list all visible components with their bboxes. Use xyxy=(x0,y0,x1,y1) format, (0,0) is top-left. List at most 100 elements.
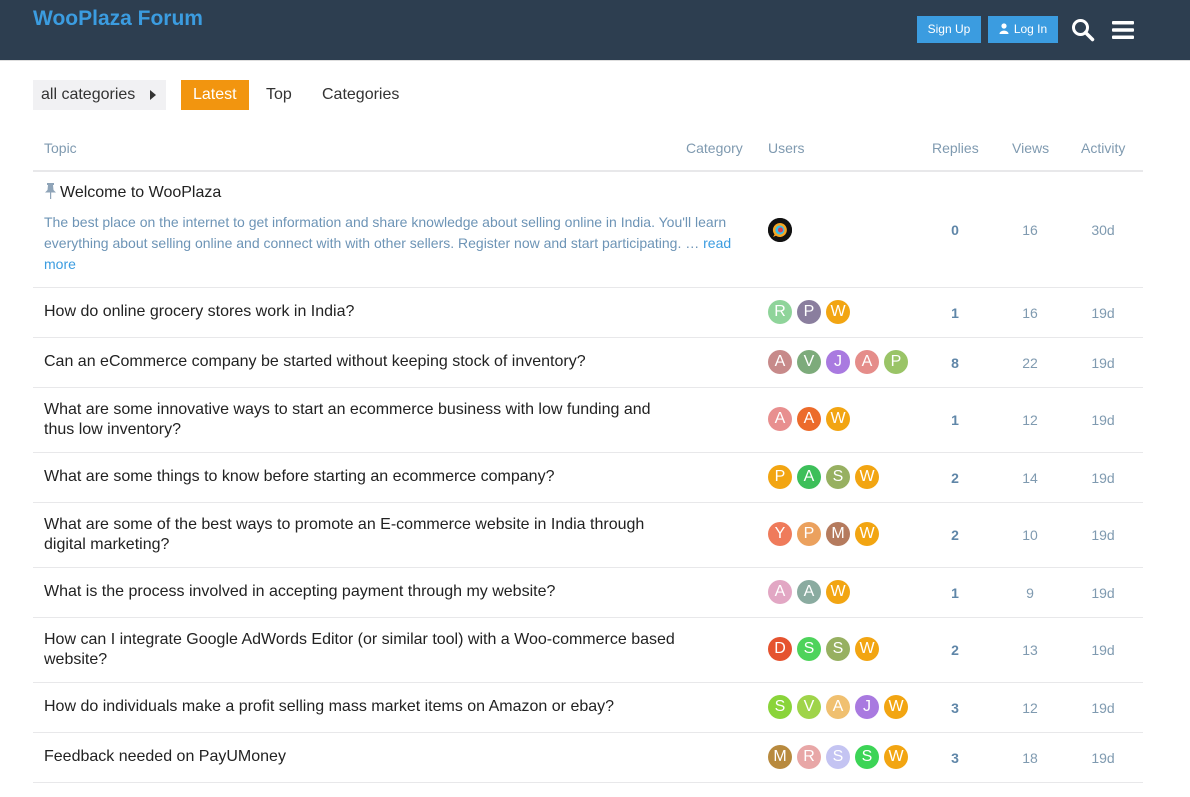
topic-title[interactable]: What are some innovative ways to start a… xyxy=(44,400,684,440)
pinned-topic-title-text: Welcome to WooPlaza xyxy=(60,184,222,201)
topic-title[interactable]: How can I integrate Google AdWords Edito… xyxy=(44,630,684,670)
table-row: What are some innovative ways to start a… xyxy=(33,388,1143,453)
avatar[interactable]: D xyxy=(768,637,792,661)
tab-top[interactable]: Top xyxy=(254,80,304,110)
sign-up-button[interactable]: Sign Up xyxy=(917,16,981,43)
avatar[interactable]: M xyxy=(768,745,792,769)
table-row: How do online grocery stores work in Ind… xyxy=(33,288,1143,338)
avatar[interactable]: J xyxy=(826,350,850,374)
site-header: WooPlaza Forum Sign Up Log In xyxy=(0,0,1190,61)
col-header-category[interactable]: Category xyxy=(686,140,743,156)
topic-activity[interactable]: 19d xyxy=(1073,585,1133,601)
avatar[interactable]: A xyxy=(797,407,821,431)
tab-latest[interactable]: Latest xyxy=(181,80,249,110)
col-header-replies[interactable]: Replies xyxy=(932,140,979,156)
topic-replies: 1 xyxy=(951,412,959,428)
topic-title[interactable]: What are some things to know before star… xyxy=(44,467,684,487)
hamburger-menu-icon[interactable] xyxy=(1111,18,1135,42)
avatar[interactable]: S xyxy=(826,745,850,769)
avatar[interactable]: A xyxy=(768,580,792,604)
topic-replies: 8 xyxy=(951,355,959,371)
avatar[interactable]: W xyxy=(884,695,908,719)
avatar[interactable]: A xyxy=(855,350,879,374)
topic-views: 18 xyxy=(1022,750,1038,766)
topic-views: 16 xyxy=(1022,305,1038,321)
table-row: What are some of the best ways to promot… xyxy=(33,503,1143,568)
avatar[interactable]: S xyxy=(797,637,821,661)
topic-activity[interactable]: 19d xyxy=(1073,305,1133,321)
pinned-topic-title[interactable]: Welcome to WooPlaza xyxy=(44,183,684,203)
topic-activity[interactable]: 19d xyxy=(1073,700,1133,716)
table-row: How do individuals make a profit selling… xyxy=(33,683,1143,733)
navigation-bar: all categories Latest Top Categories xyxy=(33,80,533,110)
avatar[interactable]: S xyxy=(826,465,850,489)
topic-activity[interactable]: 19d xyxy=(1073,750,1133,766)
avatar[interactable]: P xyxy=(768,465,792,489)
avatar[interactable]: A xyxy=(768,350,792,374)
pinned-replies: 0 xyxy=(951,222,959,238)
avatar[interactable]: P xyxy=(884,350,908,374)
avatar[interactable]: W xyxy=(826,407,850,431)
topic-activity[interactable]: 19d xyxy=(1073,470,1133,486)
category-dropdown[interactable]: all categories xyxy=(33,80,166,110)
avatar[interactable]: S xyxy=(855,745,879,769)
pinned-activity[interactable]: 30d xyxy=(1073,222,1133,238)
avatar[interactable]: A xyxy=(826,695,850,719)
site-logo[interactable]: WooPlaza Forum xyxy=(33,7,203,31)
topic-title[interactable]: What are some of the best ways to promot… xyxy=(44,515,684,555)
topic-title[interactable]: How do individuals make a profit selling… xyxy=(44,697,684,717)
avatar[interactable]: W xyxy=(826,300,850,324)
caret-right-icon xyxy=(150,90,156,100)
avatar[interactable]: A xyxy=(797,580,821,604)
avatar[interactable]: R xyxy=(797,745,821,769)
avatar[interactable]: W xyxy=(884,745,908,769)
col-header-activity[interactable]: Activity xyxy=(1081,140,1125,156)
log-in-button[interactable]: Log In xyxy=(988,16,1058,43)
avatar[interactable]: W xyxy=(855,637,879,661)
avatar[interactable] xyxy=(768,218,792,242)
topic-replies: 2 xyxy=(951,642,959,658)
avatar[interactable]: V xyxy=(797,350,821,374)
topic-title[interactable]: Can an eCommerce company be started with… xyxy=(44,352,684,372)
avatar[interactable]: W xyxy=(855,465,879,489)
avatar[interactable]: W xyxy=(826,580,850,604)
table-row: How can I integrate Google AdWords Edito… xyxy=(33,618,1143,683)
avatar[interactable]: W xyxy=(855,522,879,546)
topic-replies: 1 xyxy=(951,585,959,601)
topic-activity[interactable]: 19d xyxy=(1073,642,1133,658)
avatar[interactable]: M xyxy=(826,522,850,546)
topic-views: 22 xyxy=(1022,355,1038,371)
topic-replies: 1 xyxy=(951,305,959,321)
topic-views: 12 xyxy=(1022,412,1038,428)
table-row: Feedback needed on PayUMoney M R S S W 3 18 19d xyxy=(33,733,1143,783)
topic-views: 13 xyxy=(1022,642,1038,658)
log-in-label: Log In xyxy=(1013,22,1048,36)
topic-replies: 2 xyxy=(951,470,959,486)
search-icon[interactable] xyxy=(1071,18,1095,42)
avatar[interactable]: S xyxy=(768,695,792,719)
pinned-topic-row: Welcome to WooPlaza The best place on th… xyxy=(33,172,1143,288)
avatar[interactable]: P xyxy=(797,522,821,546)
avatar[interactable]: R xyxy=(768,300,792,324)
avatar[interactable]: A xyxy=(797,465,821,489)
col-header-topic[interactable]: Topic xyxy=(44,140,77,156)
tab-categories[interactable]: Categories xyxy=(310,80,411,110)
topic-title[interactable]: How do online grocery stores work in Ind… xyxy=(44,302,684,322)
table-row: What are some things to know before star… xyxy=(33,453,1143,503)
avatar[interactable]: P xyxy=(797,300,821,324)
avatar[interactable]: Y xyxy=(768,522,792,546)
topic-title[interactable]: Feedback needed on PayUMoney xyxy=(44,747,684,767)
avatar[interactable]: J xyxy=(855,695,879,719)
col-header-views[interactable]: Views xyxy=(1012,140,1049,156)
topic-replies: 3 xyxy=(951,700,959,716)
avatar[interactable]: S xyxy=(826,637,850,661)
topic-activity[interactable]: 19d xyxy=(1073,412,1133,428)
topic-activity[interactable]: 19d xyxy=(1073,355,1133,371)
avatar[interactable]: V xyxy=(797,695,821,719)
avatar[interactable]: A xyxy=(768,407,792,431)
pinned-topic-excerpt: The best place on the internet to get in… xyxy=(44,212,744,275)
topic-views: 14 xyxy=(1022,470,1038,486)
topic-activity[interactable]: 19d xyxy=(1073,527,1133,543)
topic-title[interactable]: What is the process involved in acceptin… xyxy=(44,582,684,602)
col-header-users: Users xyxy=(768,140,805,156)
